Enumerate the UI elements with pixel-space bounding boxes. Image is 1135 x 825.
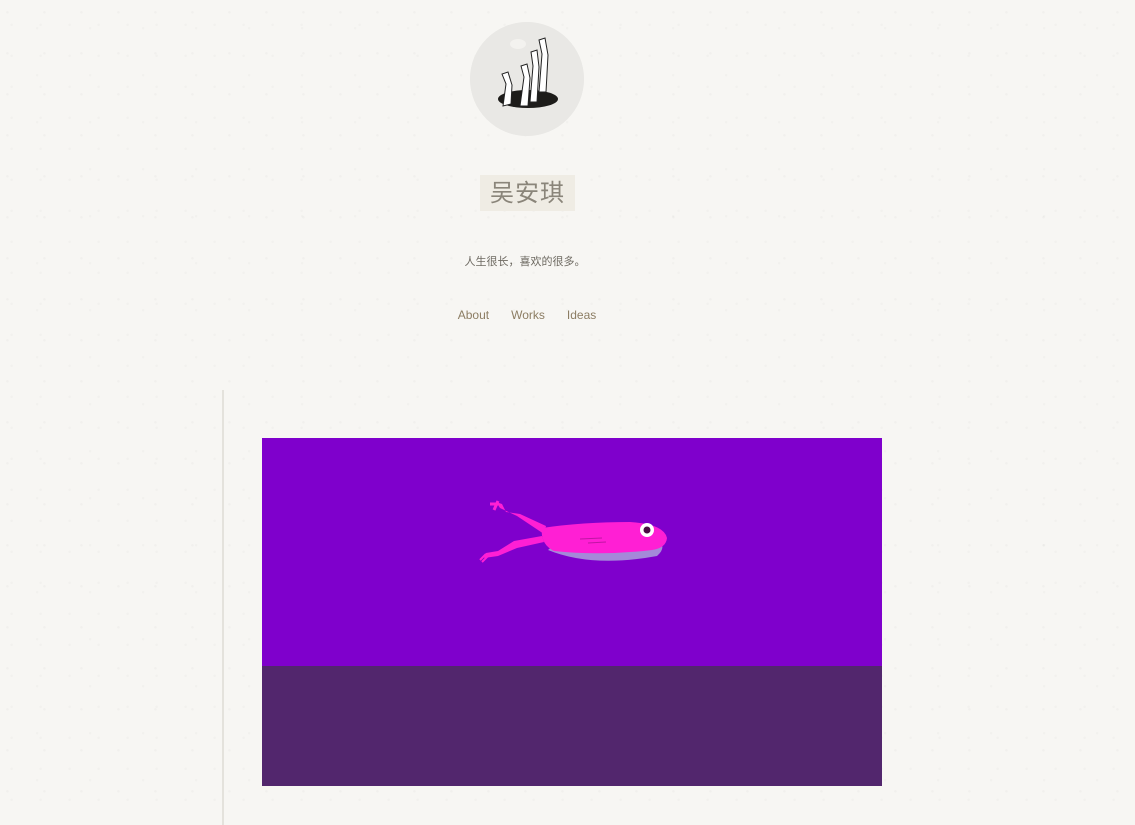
- post-image[interactable]: [262, 438, 882, 786]
- avatar[interactable]: [470, 22, 584, 136]
- nav-about[interactable]: About: [458, 308, 489, 322]
- site-title[interactable]: 吴安琪: [480, 175, 575, 211]
- nav-ideas[interactable]: Ideas: [567, 308, 596, 322]
- content-divider: [222, 390, 224, 825]
- legs-in-hole-illustration: [470, 22, 584, 136]
- main-nav: About Works Ideas: [0, 308, 1054, 322]
- site-tagline: 人生很长，喜欢的很多。: [464, 255, 586, 268]
- nav-works[interactable]: Works: [511, 308, 545, 322]
- pink-frog-swimming-illustration: [262, 438, 882, 786]
